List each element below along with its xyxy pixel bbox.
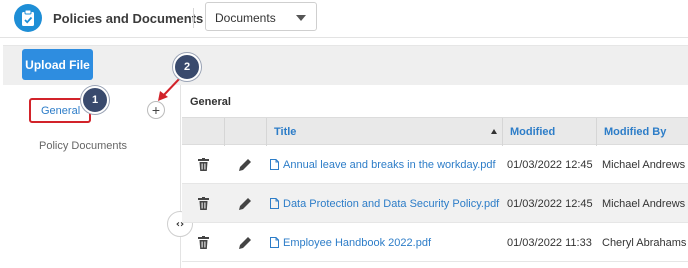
- section-title: General: [190, 96, 231, 108]
- callout-badge-1: 1: [81, 86, 109, 114]
- column-header-edit: [224, 118, 266, 146]
- plus-icon: +: [151, 102, 161, 118]
- app-title: Policies and Documents: [53, 11, 204, 26]
- modified-by: Michael Andrews: [602, 197, 686, 210]
- clipboard-check-icon: [14, 4, 42, 32]
- trash-icon: [197, 197, 209, 210]
- table-row: Annual leave and breaks in the workday.p…: [182, 145, 688, 184]
- documents-table: Title Modified Modified By Annual leave …: [182, 117, 688, 262]
- modified-date: 01/03/2022 12:45: [507, 197, 593, 210]
- delete-button[interactable]: [182, 184, 224, 223]
- edit-button[interactable]: [224, 184, 266, 223]
- pdf-file-icon: [270, 237, 279, 248]
- upload-file-button[interactable]: Upload File: [22, 49, 93, 80]
- modified-by: Cheryl Abrahams: [602, 236, 687, 249]
- document-title: Annual leave and breaks in the workday.p…: [283, 158, 496, 171]
- delete-button[interactable]: [182, 223, 224, 262]
- table-row: Data Protection and Data Security Policy…: [182, 184, 688, 223]
- column-header-modified[interactable]: Modified: [502, 118, 596, 146]
- pencil-icon: [239, 236, 251, 249]
- callout-badge-2: 2: [173, 53, 201, 81]
- column-header-title[interactable]: Title: [266, 118, 502, 146]
- document-title: Data Protection and Data Security Policy…: [283, 197, 500, 210]
- modified-date: 01/03/2022 12:45: [507, 158, 593, 171]
- document-link[interactable]: Data Protection and Data Security Policy…: [270, 184, 502, 223]
- header-divider: [193, 8, 194, 28]
- pencil-icon: [239, 158, 251, 171]
- modified-date: 01/03/2022 11:33: [507, 236, 592, 249]
- trash-icon: [197, 236, 209, 249]
- modified-by: Michael Andrews: [602, 158, 686, 171]
- pencil-icon: [239, 197, 251, 210]
- document-link[interactable]: Employee Handbook 2022.pdf: [270, 223, 502, 262]
- sort-up-icon: [491, 129, 497, 134]
- folder-item-label: General: [41, 105, 81, 117]
- chevron-down-icon: [296, 15, 306, 21]
- folder-item-policy-documents[interactable]: Policy Documents: [39, 140, 127, 152]
- view-select[interactable]: Documents: [205, 2, 317, 31]
- toolbar: [3, 45, 688, 85]
- document-title: Employee Handbook 2022.pdf: [283, 236, 431, 249]
- top-bar: Policies and Documents Documents: [0, 0, 688, 38]
- add-folder-button[interactable]: +: [147, 101, 165, 119]
- trash-icon: [197, 158, 209, 171]
- column-header-delete: [182, 118, 224, 146]
- pdf-file-icon: [270, 159, 279, 170]
- table-row: Employee Handbook 2022.pdf 01/03/2022 11…: [182, 223, 688, 262]
- edit-button[interactable]: [224, 145, 266, 184]
- view-select-value: Documents: [215, 11, 276, 25]
- table-header: Title Modified Modified By: [182, 117, 688, 146]
- column-title-label: Title: [274, 126, 297, 138]
- document-link[interactable]: Annual leave and breaks in the workday.p…: [270, 145, 502, 184]
- edit-button[interactable]: [224, 223, 266, 262]
- delete-button[interactable]: [182, 145, 224, 184]
- column-header-modified-by[interactable]: Modified By: [596, 118, 688, 146]
- pdf-file-icon: [270, 198, 279, 209]
